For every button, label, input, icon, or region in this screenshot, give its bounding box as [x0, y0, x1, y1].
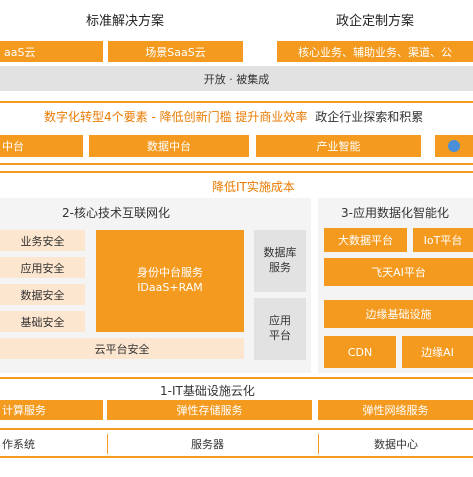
- compute-service-box: 计算服务: [0, 400, 103, 420]
- middle-item-data-platform: 数据中台: [89, 135, 249, 157]
- security-data: 数据安全: [0, 284, 85, 305]
- scenario-saas-box: 场景SaaS云: [108, 41, 243, 62]
- cloud-platform-security: 云平台安全: [0, 338, 244, 359]
- app-platform-box: 应用 平台: [254, 298, 306, 360]
- industry-exploration-title: 政企行业探索和积累: [315, 110, 424, 124]
- network-service-box: 弹性网络服务: [318, 400, 473, 420]
- core-business-box: 核心业务、辅助业务、渠道、公: [277, 41, 473, 62]
- digital-transformation-title-row: 数字化转型4个要素 - 降低创新门槛 提升商业效率 政企行业探索和积累: [44, 108, 473, 126]
- middle-item-platform: 中台: [0, 135, 83, 157]
- cdn-box: CDN: [324, 336, 396, 368]
- feitian-ai-box: 飞天AI平台: [324, 258, 473, 286]
- storage-service-box: 弹性存储服务: [107, 400, 312, 420]
- digital-transformation-title: 数字化转型4个要素 - 降低创新门槛 提升商业效率: [44, 110, 308, 124]
- cost-reduction-title: 降低IT实施成本: [212, 180, 295, 194]
- server-box: 服务器: [107, 434, 307, 454]
- saas-cloud-box: aaS云: [0, 41, 103, 62]
- infra-title: 1-IT基础设施云化: [160, 384, 255, 398]
- security-base: 基础安全: [0, 311, 85, 332]
- middle-item-industry-ai: 产业智能: [256, 135, 421, 157]
- edge-ai-box: 边缘AI: [402, 336, 473, 368]
- security-business: 业务安全: [0, 230, 85, 251]
- integration-bar: 开放 · 被集成: [0, 66, 473, 91]
- identity-service-box: 身份中台服务 IDaaS+RAM: [96, 230, 244, 332]
- database-service-box: 数据库 服务: [254, 230, 306, 292]
- app-intelligence-title: 3-应用数据化智能化: [341, 206, 449, 220]
- middle-item-partial: [435, 135, 473, 157]
- iot-platform-box: IoT平台: [413, 228, 473, 252]
- chevron-down-icon: [448, 140, 460, 152]
- custom-solutions-title: 政企定制方案: [335, 13, 414, 29]
- security-application: 应用安全: [0, 257, 85, 278]
- infra-section: 1-IT基础设施云化 计算服务 弹性存储服务 弹性网络服务 作系统 服务器 数据…: [0, 382, 473, 477]
- edge-infra-box: 边缘基础设施: [324, 300, 473, 328]
- top-section: 标准解决方案 政企定制方案 aaS云 场景SaaS云 核心业务、辅助业务、渠道、…: [0, 0, 473, 95]
- core-tech-title: 2-核心技术互联网化: [62, 206, 170, 220]
- os-box: 作系统: [2, 438, 35, 451]
- standard-solutions-title: 标准解决方案: [85, 13, 164, 29]
- bigdata-platform-box: 大数据平台: [324, 228, 407, 252]
- datacenter-box: 数据中心: [318, 434, 473, 454]
